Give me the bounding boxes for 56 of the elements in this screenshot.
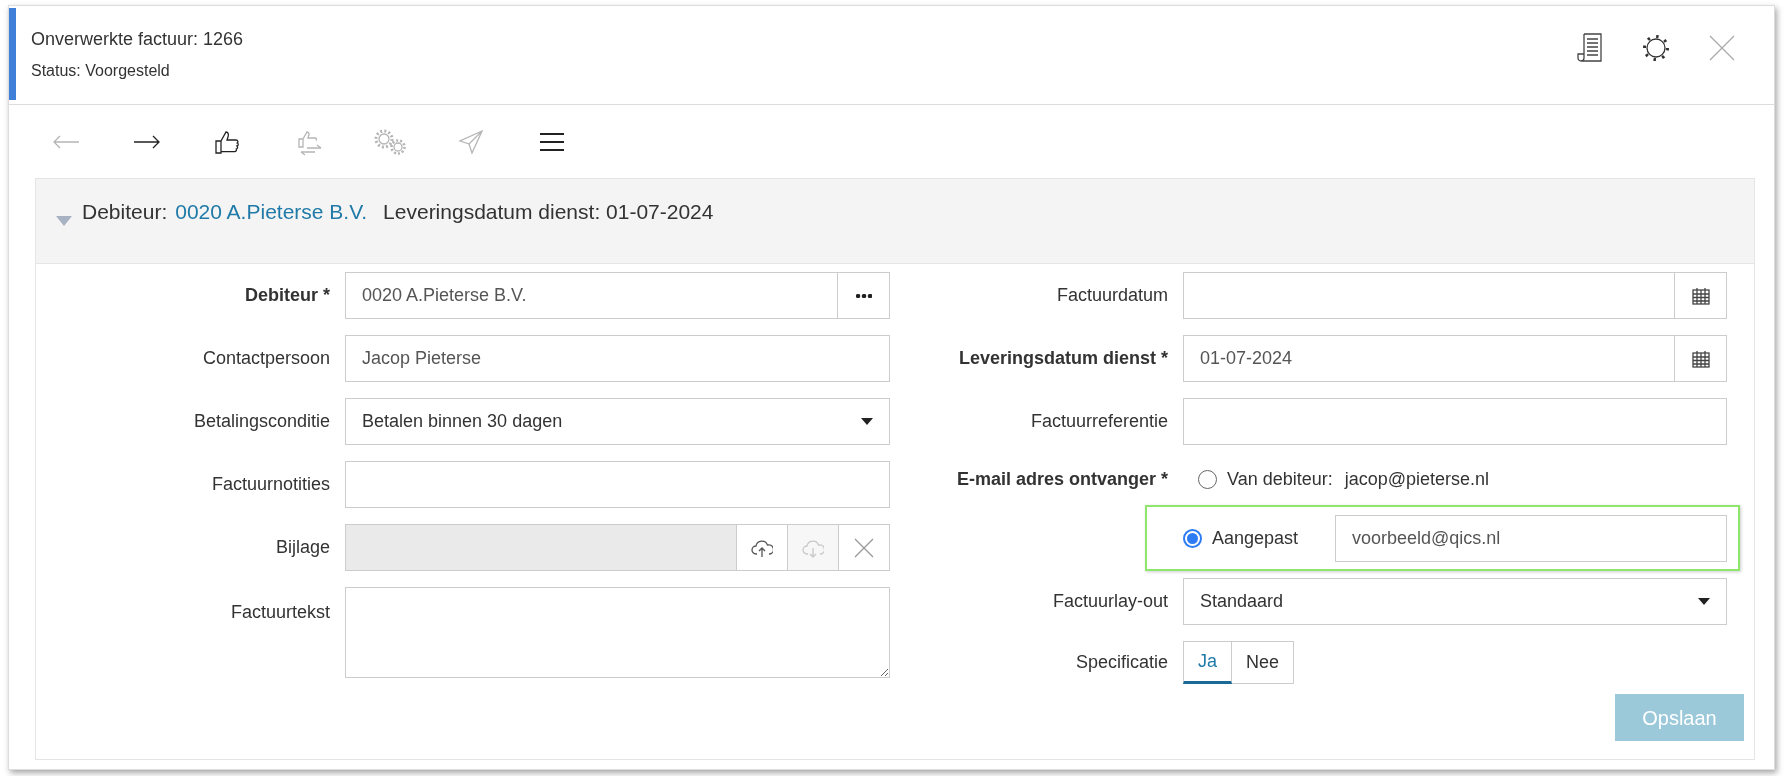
- text-field[interactable]: Jacop Pieterse: [345, 335, 890, 382]
- calendar-button[interactable]: [1675, 272, 1727, 319]
- dropdown-caret-icon: [1698, 598, 1710, 605]
- clear-icon: [854, 537, 874, 558]
- text-field[interactable]: [345, 461, 890, 508]
- field-label: Factuurnotities: [210, 473, 330, 496]
- dropdown[interactable]: Standaard: [1183, 578, 1727, 625]
- document-icon: [1577, 33, 1603, 63]
- close-icon: [1709, 35, 1735, 61]
- paper-plane-icon: [458, 128, 484, 155]
- toggle-option[interactable]: Nee: [1232, 641, 1295, 684]
- caret-icon[interactable]: [56, 216, 72, 226]
- lookup-button[interactable]: [838, 272, 890, 319]
- text-area[interactable]: [345, 587, 890, 678]
- field-label: Betalingsconditie: [192, 410, 330, 433]
- field-label: Leveringsdatum dienst *: [957, 347, 1168, 370]
- upload-button[interactable]: [737, 524, 788, 571]
- date-field[interactable]: 01-07-2024: [1183, 335, 1675, 382]
- debtor-link[interactable]: 0020 A.Pieterse B.V.: [175, 196, 368, 228]
- dropdown-caret-icon: [861, 418, 873, 425]
- window-title: Onverwerkte factuur: 1266: [31, 28, 244, 51]
- field-label: Debiteur *: [243, 284, 330, 307]
- menu-icon: [539, 131, 565, 152]
- clear-button[interactable]: [839, 524, 890, 571]
- status-text: Status: Voorgesteld: [31, 61, 171, 81]
- field-label: Contactpersoon: [201, 347, 330, 370]
- calendar-button[interactable]: [1675, 335, 1727, 382]
- field-label: Specificatie: [1074, 651, 1168, 674]
- settings-icon: [1641, 33, 1671, 63]
- calendar-icon: [1691, 286, 1710, 305]
- summary-text: Leveringsdatum dienst: 01-07-2024: [383, 199, 714, 225]
- field-label: E-mail adres ontvanger *: [955, 467, 1168, 491]
- cloud-download-icon: [802, 537, 824, 558]
- more-icon: [855, 293, 872, 298]
- summary-label: Debiteur:: [82, 199, 168, 225]
- field-label: Factuurreferentie: [1029, 410, 1168, 433]
- lookup-field[interactable]: 0020 A.Pieterse B.V.: [345, 272, 838, 319]
- field-label: Factuurdatum: [1055, 284, 1168, 307]
- date-field[interactable]: [1183, 272, 1675, 319]
- file-field[interactable]: [345, 524, 737, 571]
- text-field[interactable]: [1183, 398, 1727, 445]
- gears-icon: [373, 127, 407, 156]
- email-text: jacop@pieterse.nl: [1344, 467, 1490, 491]
- radio-button[interactable]: [1183, 528, 1202, 548]
- dropdown[interactable]: Betalen binnen 30 dagen: [345, 398, 890, 445]
- toggle-option[interactable]: Ja: [1183, 641, 1232, 684]
- cloud-upload-icon: [751, 537, 773, 558]
- field-label: Factuurtekst: [229, 601, 330, 624]
- radio-label: Van debiteur:: [1227, 467, 1333, 491]
- field-label: Factuurlay-out: [1051, 590, 1168, 613]
- arrow-left-icon: [52, 134, 80, 149]
- radio-label: Aangepast: [1212, 526, 1299, 550]
- arrow-right-icon: [133, 134, 161, 149]
- email-field[interactable]: voorbeeld@qics.nl: [1335, 514, 1727, 562]
- calendar-icon: [1691, 349, 1710, 368]
- field-label: Bijlage: [274, 536, 330, 559]
